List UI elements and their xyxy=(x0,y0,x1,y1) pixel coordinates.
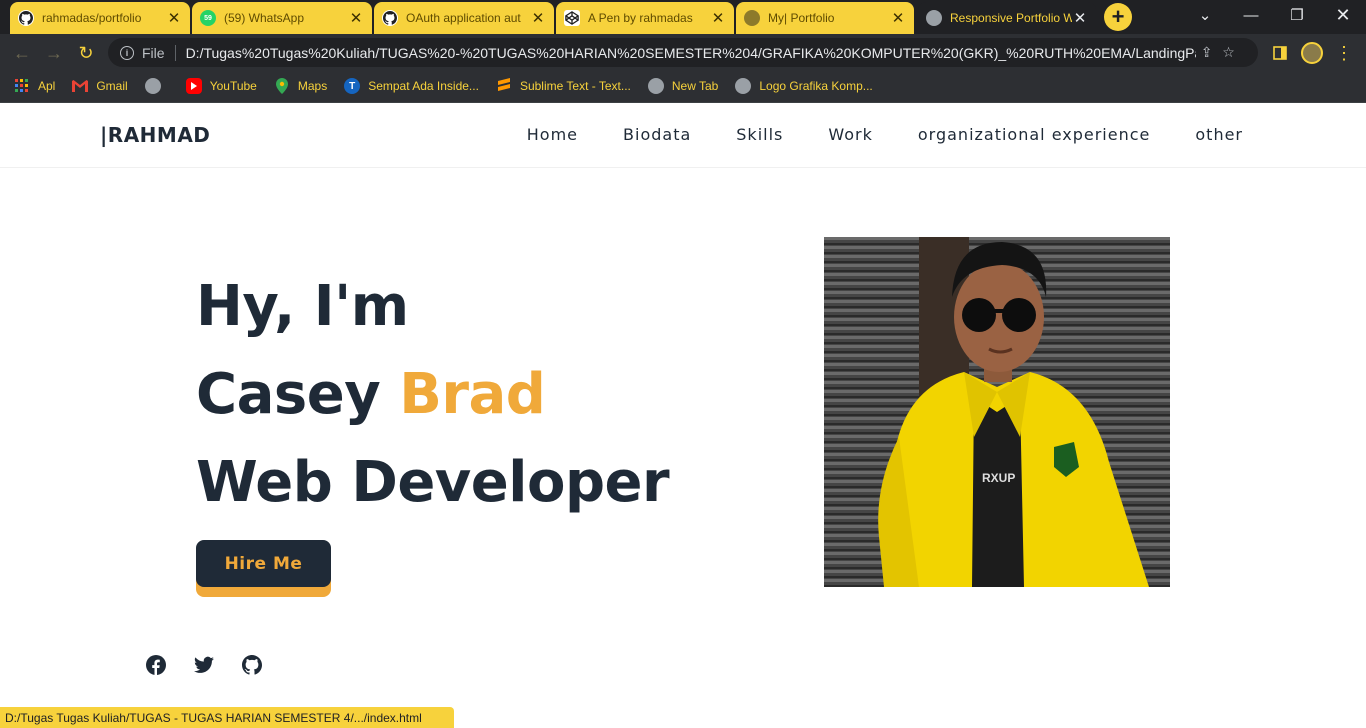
url-text[interactable]: D:/Tugas%20Tugas%20Kuliah/TUGAS%20-%20TU… xyxy=(186,45,1196,61)
profile-photo: RXUP xyxy=(824,237,1170,587)
bookmark-tribun[interactable]: T Sempat Ada Inside... xyxy=(344,78,479,94)
globe-icon xyxy=(744,10,760,26)
tab-oauth[interactable]: OAuth application aut ✕ xyxy=(374,2,554,34)
menu-kebab-icon[interactable]: ⋮ xyxy=(1332,41,1356,65)
minimize-icon[interactable]: — xyxy=(1228,0,1274,30)
twitter-icon[interactable] xyxy=(193,654,215,676)
bookmark-label: New Tab xyxy=(671,79,719,93)
tab-responsive-portfolio[interactable]: Responsive Portfolio W ✕ xyxy=(918,2,1096,34)
address-bar[interactable]: i File D:/Tugas%20Tugas%20Kuliah/TUGAS%2… xyxy=(108,38,1258,67)
bookmarks-bar: Apl Gmail YouTube Maps T Sempat Ada Insi… xyxy=(0,70,1366,103)
github-icon xyxy=(382,10,398,26)
site-logo[interactable]: |RAHMAD xyxy=(100,123,210,147)
bookmark-maps[interactable]: Maps xyxy=(274,78,327,94)
side-panel-icon[interactable] xyxy=(1268,41,1292,65)
tab-title: A Pen by rahmadas xyxy=(588,11,693,25)
nav-home[interactable]: Home xyxy=(527,125,578,144)
share-icon[interactable]: ⇪ xyxy=(1196,42,1218,64)
info-icon[interactable]: i xyxy=(120,45,134,60)
tab-strip: rahmadas/portfolio ✕ 59 (59) WhatsApp ✕ … xyxy=(0,0,1366,34)
svg-text:RXUP: RXUP xyxy=(982,471,1015,485)
bookmark-apl[interactable]: Apl xyxy=(14,78,55,94)
tab-rahmadas-portfolio[interactable]: rahmadas/portfolio ✕ xyxy=(10,2,190,34)
maps-pin-icon xyxy=(274,78,290,94)
hero-last-name: Brad xyxy=(399,362,546,427)
bookmark-label: Sempat Ada Inside... xyxy=(368,79,479,93)
nav-work[interactable]: Work xyxy=(828,125,873,144)
profile-avatar-icon[interactable] xyxy=(1300,41,1324,65)
close-tab-icon[interactable]: ✕ xyxy=(166,9,182,27)
tribun-icon: T xyxy=(344,78,361,94)
back-icon[interactable]: ← xyxy=(10,41,34,65)
bookmark-label: Gmail xyxy=(96,79,128,93)
close-tab-icon[interactable]: ✕ xyxy=(348,9,364,27)
nav-biodata[interactable]: Biodata xyxy=(623,125,691,144)
tab-whatsapp[interactable]: 59 (59) WhatsApp ✕ xyxy=(192,2,372,34)
bookmark-youtube[interactable]: YouTube xyxy=(185,78,257,94)
facebook-icon[interactable] xyxy=(145,654,167,676)
gmail-icon xyxy=(72,78,89,94)
sublime-icon xyxy=(496,78,512,94)
close-tab-icon[interactable]: ✕ xyxy=(710,9,726,27)
codepen-icon xyxy=(564,10,580,26)
browser-toolbar: ← → ↻ i File D:/Tugas%20Tugas%20Kuliah/T… xyxy=(0,34,1366,70)
close-tab-icon[interactable]: ✕ xyxy=(890,9,906,27)
tab-title: OAuth application aut xyxy=(406,11,521,25)
status-url: D:/Tugas Tugas Kuliah/TUGAS - TUGAS HARI… xyxy=(5,710,422,725)
hero-greeting: Hy, I'm xyxy=(196,274,409,339)
youtube-icon xyxy=(185,78,202,94)
tab-title: My| Portfolio xyxy=(768,11,835,25)
tab-title: rahmadas/portfolio xyxy=(42,11,142,25)
bookmark-label: YouTube xyxy=(209,79,257,93)
main-nav: Home Biodata Skills Work organizational … xyxy=(482,125,1243,144)
github-icon[interactable] xyxy=(241,654,263,676)
apps-grid-icon xyxy=(14,78,30,94)
globe-icon xyxy=(926,10,942,26)
hire-me-label[interactable]: Hire Me xyxy=(196,540,331,587)
bookmark-globe[interactable] xyxy=(144,78,169,94)
bookmark-label: Sublime Text - Text... xyxy=(519,79,631,93)
close-window-icon[interactable]: ✕ xyxy=(1320,0,1366,30)
tab-search-icon[interactable]: ⌄ xyxy=(1182,0,1228,30)
reload-icon[interactable]: ↻ xyxy=(74,41,98,65)
nav-other[interactable]: other xyxy=(1195,125,1243,144)
bookmark-star-icon[interactable]: ☆ xyxy=(1218,42,1240,64)
close-tab-icon[interactable]: ✕ xyxy=(1072,9,1088,27)
tab-my-portfolio[interactable]: My| Portfolio ✕ xyxy=(736,2,914,34)
nav-skills[interactable]: Skills xyxy=(736,125,783,144)
tab-codepen[interactable]: A Pen by rahmadas ✕ xyxy=(556,2,734,34)
new-tab-button[interactable]: + xyxy=(1104,3,1132,31)
restore-icon[interactable]: ❐ xyxy=(1274,0,1320,30)
hero-name: Casey Brad xyxy=(196,351,669,439)
hero-first-name: Casey xyxy=(196,362,400,427)
globe-icon xyxy=(647,78,664,94)
bookmark-new-tab[interactable]: New Tab xyxy=(647,78,719,94)
hire-me-button[interactable]: Hire Me xyxy=(196,540,331,597)
status-bar: D:/Tugas Tugas Kuliah/TUGAS - TUGAS HARI… xyxy=(0,707,454,728)
bookmark-label: Maps xyxy=(297,79,328,93)
forward-icon[interactable]: → xyxy=(42,41,66,65)
hero-role: Web Developer xyxy=(196,450,670,515)
web-page: |RAHMAD Home Biodata Skills Work organiz… xyxy=(0,103,1366,728)
bookmark-label: Logo Grafika Komp... xyxy=(759,79,873,93)
site-header: |RAHMAD Home Biodata Skills Work organiz… xyxy=(0,103,1366,168)
hero-heading: Hy, I'm Casey Brad Web Developer xyxy=(196,263,670,527)
nav-organizational-experience[interactable]: organizational experience xyxy=(918,125,1151,144)
github-icon xyxy=(18,10,34,26)
bookmark-sublime[interactable]: Sublime Text - Text... xyxy=(496,78,631,94)
bookmark-logo-grafika[interactable]: Logo Grafika Komp... xyxy=(735,78,873,94)
tab-title: (59) WhatsApp xyxy=(224,11,305,25)
bookmark-label: Apl xyxy=(38,79,56,93)
url-scheme: File xyxy=(142,44,165,61)
divider xyxy=(174,44,176,61)
close-tab-icon[interactable]: ✕ xyxy=(530,9,546,27)
social-links xyxy=(145,654,289,676)
globe-icon xyxy=(144,78,161,94)
tab-title: Responsive Portfolio W xyxy=(950,11,1072,25)
globe-icon xyxy=(735,78,752,94)
bookmark-gmail[interactable]: Gmail xyxy=(72,78,128,94)
whatsapp-icon: 59 xyxy=(200,10,216,26)
